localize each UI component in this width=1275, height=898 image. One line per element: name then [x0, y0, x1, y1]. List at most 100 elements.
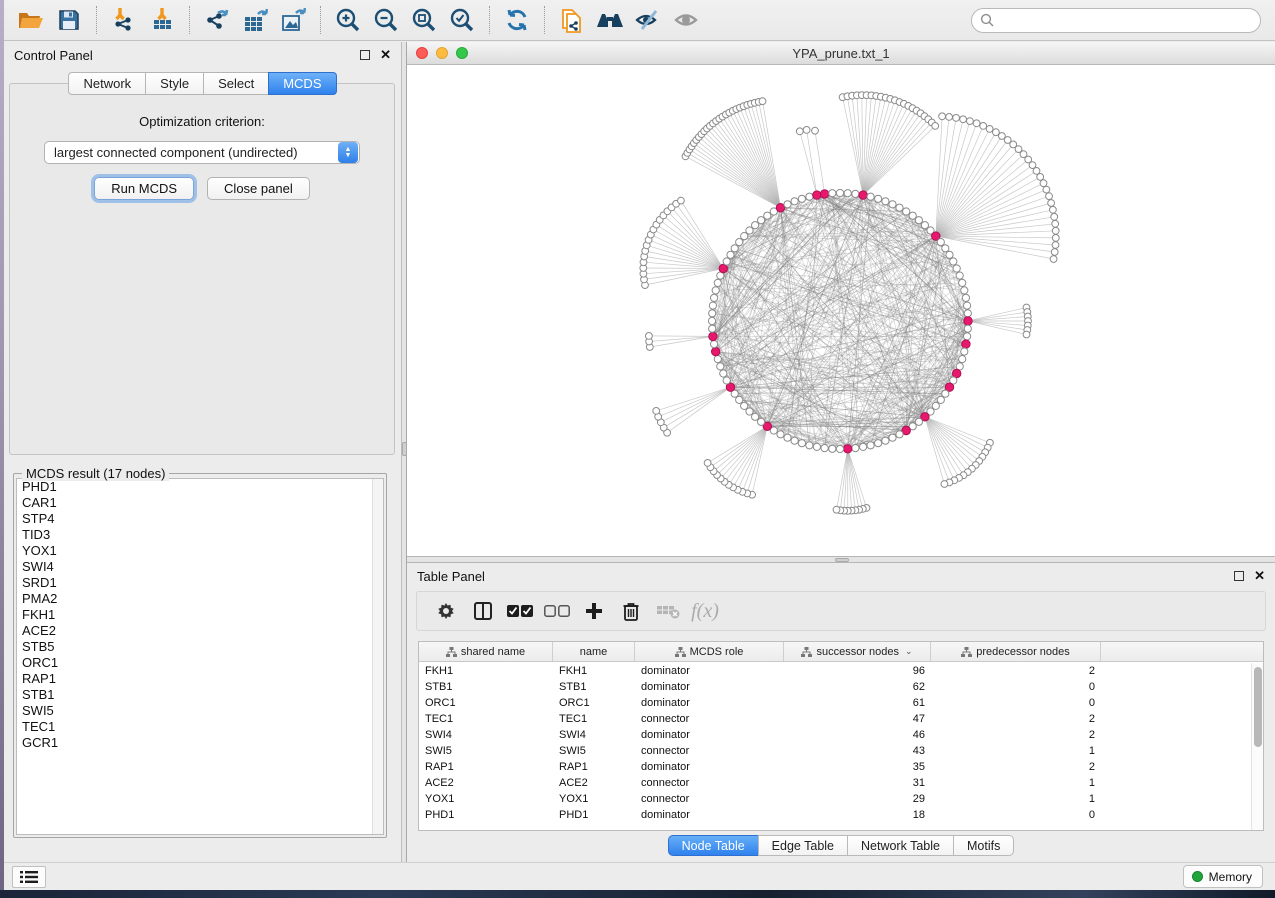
mcds-result-item[interactable]: ACE2: [17, 623, 383, 639]
table-cell[interactable]: ACE2: [553, 777, 635, 789]
graph-leaf-node[interactable]: [803, 127, 810, 134]
graph-leaf-node[interactable]: [941, 481, 948, 488]
graph-node[interactable]: [777, 431, 784, 438]
table-row[interactable]: STB1STB1dominator620: [419, 679, 1251, 695]
graph-node[interactable]: [962, 294, 969, 301]
table-row[interactable]: ACE2ACE2connector311: [419, 775, 1251, 791]
table-cell[interactable]: 2: [931, 713, 1101, 725]
mcds-result-item[interactable]: STB5: [17, 639, 383, 655]
table-cell[interactable]: SWI4: [419, 729, 553, 741]
graph-node[interactable]: [752, 413, 759, 420]
graph-node[interactable]: [942, 390, 949, 397]
mcds-result-item[interactable]: PHD1: [17, 479, 383, 495]
hide-selected-button[interactable]: [629, 4, 667, 36]
mcds-result-item[interactable]: FKH1: [17, 607, 383, 623]
graph-leaf-node[interactable]: [1023, 331, 1030, 338]
table-cell[interactable]: connector: [635, 777, 784, 789]
tab-motifs[interactable]: Motifs: [953, 835, 1014, 856]
graph-leaf-node[interactable]: [1050, 256, 1057, 263]
graph-node[interactable]: [714, 279, 721, 286]
run-mcds-button[interactable]: Run MCDS: [94, 177, 194, 200]
horizontal-splitter[interactable]: [407, 556, 1275, 563]
close-panel-button[interactable]: Close panel: [207, 177, 310, 200]
table-row[interactable]: PHD1PHD1dominator180: [419, 807, 1251, 823]
graph-node[interactable]: [758, 418, 765, 425]
table-cell[interactable]: YOX1: [419, 793, 553, 805]
graph-leaf-node[interactable]: [1050, 206, 1057, 213]
graph-node[interactable]: [852, 190, 859, 197]
table-cell[interactable]: 43: [784, 745, 931, 757]
table-cell[interactable]: 31: [784, 777, 931, 789]
graph-hub-node[interactable]: [964, 317, 972, 325]
tab-network[interactable]: Network: [68, 72, 145, 95]
column-header-mcds-role[interactable]: MCDS role: [635, 642, 784, 661]
memory-button[interactable]: Memory: [1183, 865, 1263, 888]
table-cell[interactable]: RAP1: [419, 761, 553, 773]
table-cell[interactable]: 47: [784, 713, 931, 725]
graph-node[interactable]: [714, 356, 721, 363]
graph-node[interactable]: [711, 341, 718, 348]
open-file-button[interactable]: [12, 4, 50, 36]
column-header-successor-nodes[interactable]: successor nodes ⌄: [784, 642, 931, 661]
table-cell[interactable]: PHD1: [553, 809, 635, 821]
graph-leaf-node[interactable]: [1040, 180, 1047, 187]
graph-leaf-node[interactable]: [980, 123, 987, 130]
table-row[interactable]: TEC1TEC1connector472: [419, 711, 1251, 727]
table-cell[interactable]: 2: [931, 665, 1101, 677]
graph-leaf-node[interactable]: [1052, 235, 1059, 242]
table-cell[interactable]: 2: [931, 761, 1101, 773]
mcds-result-item[interactable]: PMA2: [17, 591, 383, 607]
mcds-result-item[interactable]: TEC1: [17, 719, 383, 735]
graph-leaf-node[interactable]: [646, 333, 653, 340]
graph-node[interactable]: [915, 217, 922, 224]
graph-leaf-node[interactable]: [1052, 227, 1059, 234]
table-cell[interactable]: 1: [931, 777, 1101, 789]
graph-node[interactable]: [758, 217, 765, 224]
mcds-result-item[interactable]: SWI4: [17, 559, 383, 575]
graph-node[interactable]: [875, 440, 882, 447]
graph-node[interactable]: [720, 370, 727, 377]
graph-node[interactable]: [784, 434, 791, 441]
network-window-titlebar[interactable]: YPA_prune.txt_1: [407, 42, 1275, 65]
table-cell[interactable]: FKH1: [553, 665, 635, 677]
table-cell[interactable]: connector: [635, 793, 784, 805]
graph-node[interactable]: [882, 198, 889, 205]
graph-node[interactable]: [867, 193, 874, 200]
graph-node[interactable]: [723, 377, 730, 384]
table-cell[interactable]: STB1: [553, 681, 635, 693]
graph-leaf-node[interactable]: [953, 115, 960, 122]
graph-node[interactable]: [867, 442, 874, 449]
select-all-button[interactable]: [505, 596, 535, 626]
import-table-button[interactable]: [143, 4, 181, 36]
graph-node[interactable]: [813, 443, 820, 450]
mcds-result-item[interactable]: SWI5: [17, 703, 383, 719]
mcds-result-item[interactable]: CAR1: [17, 495, 383, 511]
float-panel-icon[interactable]: [360, 50, 370, 60]
show-columns-button[interactable]: [468, 596, 498, 626]
graph-node[interactable]: [821, 445, 828, 452]
graph-node[interactable]: [932, 402, 939, 409]
table-cell[interactable]: 1: [931, 793, 1101, 805]
mcds-result-item[interactable]: SRD1: [17, 575, 383, 591]
search-input[interactable]: [994, 13, 1252, 27]
graph-node[interactable]: [712, 287, 719, 294]
graph-node[interactable]: [736, 239, 743, 246]
table-cell[interactable]: 62: [784, 681, 931, 693]
mcds-result-list[interactable]: PHD1CAR1STP4TID3YOX1SWI4SRD1PMA2FKH1ACE2…: [16, 478, 384, 835]
graph-node[interactable]: [961, 348, 968, 355]
graph-node[interactable]: [956, 272, 963, 279]
graph-leaf-node[interactable]: [1051, 249, 1058, 256]
graph-leaf-node[interactable]: [973, 120, 980, 127]
graph-hub-node[interactable]: [844, 445, 852, 453]
graph-leaf-node[interactable]: [1046, 193, 1053, 200]
graph-leaf-node[interactable]: [1051, 213, 1058, 220]
graph-node[interactable]: [882, 437, 889, 444]
tab-node-table[interactable]: Node Table: [668, 835, 758, 856]
table-cell[interactable]: 0: [931, 681, 1101, 693]
graph-leaf-node[interactable]: [1043, 186, 1050, 193]
graph-node[interactable]: [961, 287, 968, 294]
graph-node[interactable]: [950, 258, 957, 265]
zoom-out-button[interactable]: [367, 4, 405, 36]
function-builder-button[interactable]: f(x): [690, 596, 720, 626]
graph-node[interactable]: [709, 325, 716, 332]
